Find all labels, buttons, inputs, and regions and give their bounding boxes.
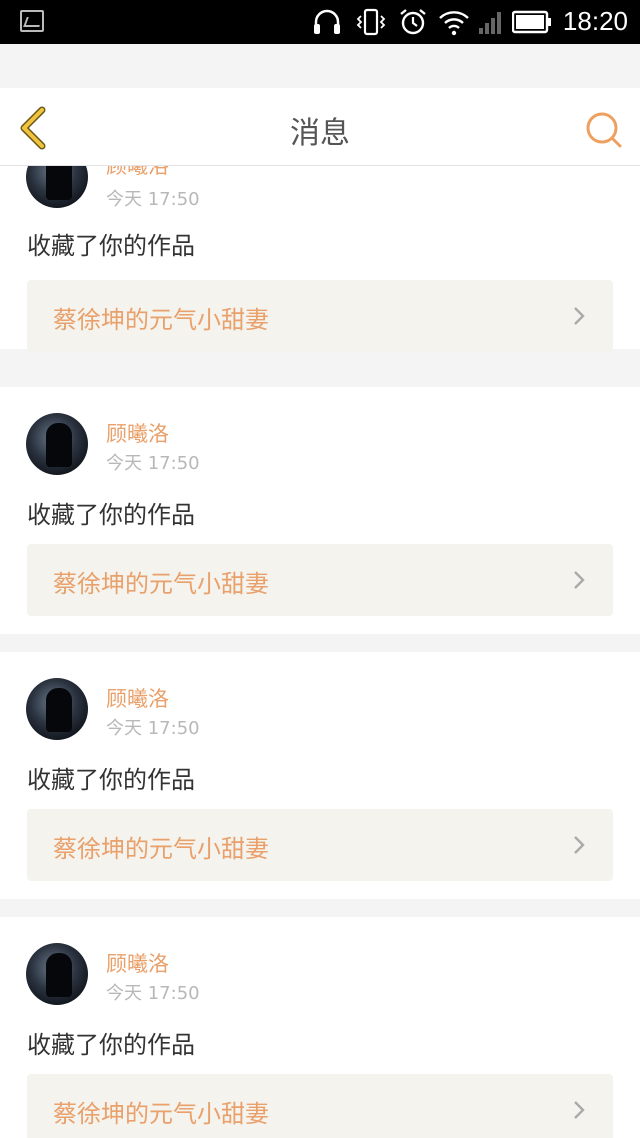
avatar[interactable] <box>26 413 88 475</box>
message-action: 收藏了你的作品 <box>27 766 195 794</box>
work-link[interactable]: 蔡徐坤的元气小甜妻 <box>27 544 613 616</box>
message-card: 顾曦洛 今天 17:50 收藏了你的作品 蔡徐坤的元气小甜妻 <box>0 387 640 634</box>
navigation-bar: 消息 <box>0 88 640 166</box>
work-title: 蔡徐坤的元气小甜妻 <box>53 306 269 334</box>
gallery-icon <box>20 10 44 32</box>
work-title: 蔡徐坤的元气小甜妻 <box>53 835 269 863</box>
top-spacer <box>0 44 640 88</box>
search-icon[interactable] <box>584 110 624 150</box>
message-list[interactable]: 顾曦洛 今天 17:50 收藏了你的作品 蔡徐坤的元气小甜妻 顾曦洛 今天 17… <box>0 166 640 1138</box>
chevron-right-icon <box>574 1101 585 1119</box>
message-action: 收藏了你的作品 <box>27 232 195 260</box>
page-title: 消息 <box>290 116 350 151</box>
message-time: 今天 17:50 <box>106 453 200 474</box>
message-card: 顾曦洛 今天 17:50 收藏了你的作品 蔡徐坤的元气小甜妻 <box>0 652 640 899</box>
vibrate-icon <box>356 8 386 36</box>
chevron-right-icon <box>574 571 585 589</box>
work-link[interactable]: 蔡徐坤的元气小甜妻 <box>27 280 613 352</box>
work-title: 蔡徐坤的元气小甜妻 <box>53 570 269 598</box>
chevron-right-icon <box>574 307 585 325</box>
avatar[interactable] <box>26 943 88 1005</box>
message-card: 顾曦洛 今天 17:50 收藏了你的作品 蔡徐坤的元气小甜妻 <box>0 917 640 1138</box>
message-time: 今天 17:50 <box>106 189 200 210</box>
status-time: 18:20 <box>562 6 628 36</box>
headset-icon <box>314 9 340 34</box>
work-link[interactable]: 蔡徐坤的元气小甜妻 <box>27 809 613 881</box>
work-link[interactable]: 蔡徐坤的元气小甜妻 <box>27 1074 613 1138</box>
message-action: 收藏了你的作品 <box>27 1031 195 1059</box>
signal-icon <box>479 12 501 34</box>
chevron-right-icon <box>574 836 585 854</box>
status-bar: 18:20 <box>0 0 640 44</box>
wifi-icon <box>439 11 469 36</box>
avatar[interactable] <box>26 678 88 740</box>
battery-icon <box>512 10 551 34</box>
message-action: 收藏了你的作品 <box>27 501 195 529</box>
avatar[interactable] <box>26 166 88 208</box>
message-time: 今天 17:50 <box>106 718 200 739</box>
work-title: 蔡徐坤的元气小甜妻 <box>53 1100 269 1128</box>
alarm-icon <box>400 9 426 35</box>
user-name[interactable]: 顾曦洛 <box>106 166 169 180</box>
user-name[interactable]: 顾曦洛 <box>106 948 169 978</box>
user-name[interactable]: 顾曦洛 <box>106 683 169 713</box>
message-time: 今天 17:50 <box>106 983 200 1004</box>
message-card: 顾曦洛 今天 17:50 收藏了你的作品 蔡徐坤的元气小甜妻 <box>0 166 640 352</box>
user-name[interactable]: 顾曦洛 <box>106 418 169 448</box>
